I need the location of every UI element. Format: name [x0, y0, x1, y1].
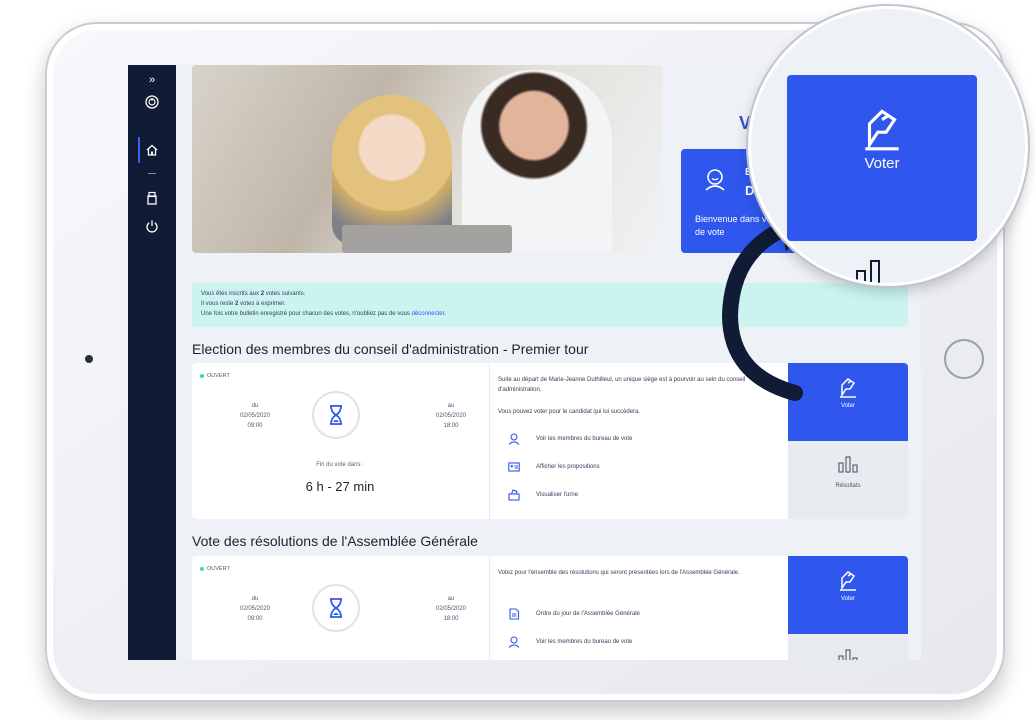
document-icon: [509, 608, 520, 620]
logout-link[interactable]: déconnecter: [412, 311, 445, 317]
power-circle-icon[interactable]: [128, 95, 176, 113]
home-icon[interactable]: [128, 143, 176, 161]
vote-end: au 02/05/2020 18:00: [435, 403, 467, 429]
pen-hand-icon: [840, 378, 856, 398]
status-badge: OUVERT: [200, 373, 230, 379]
ballot-box-icon: [508, 489, 520, 501]
ballot-box-icon[interactable]: [128, 191, 176, 209]
banner-line-2: Il vous reste 2 votes à exprimer.: [201, 301, 286, 307]
id-card-icon: [508, 462, 520, 472]
magnifier-zoom: Voter: [748, 6, 1028, 286]
countdown-label: Fin du vote dans :: [316, 462, 364, 468]
pen-hand-icon: [865, 109, 899, 151]
results-button[interactable]: Résultats: [788, 441, 908, 519]
status-dot: [200, 566, 204, 571]
vote-schedule: OUVERT du 02/05/2020 09:00 au 02/05/2020 18:…: [192, 556, 488, 660]
link-proposals[interactable]: Afficher les propositions: [498, 459, 778, 477]
status-badge: OUVERT: [200, 566, 230, 572]
sidebar-expand-icon[interactable]: »: [128, 71, 176, 89]
vote-start: du 02/05/2020 09:00: [239, 403, 271, 429]
status-dot: [200, 373, 204, 378]
bar-chart-icon: [856, 260, 880, 283]
bar-chart-icon: [838, 456, 858, 473]
user-icon: [508, 433, 520, 445]
vote-title: Election des membres du conseil d'admini…: [192, 341, 589, 357]
hero-photo-person: [332, 95, 452, 245]
results-button[interactable]: [788, 634, 908, 660]
sidebar: »: [128, 65, 176, 660]
sidebar-divider: [148, 173, 156, 174]
user-icon: [508, 636, 520, 648]
vote-description-2: Vous pouvez voter pour le candidat qui l…: [498, 409, 641, 415]
tablet-camera: [85, 355, 93, 363]
hero-photo: [192, 65, 662, 253]
link-agenda[interactable]: Ordre du jour de l'Assemblée Générale: [498, 606, 778, 624]
vote-description: Votez pour l'ensemble des résolutions qu…: [498, 570, 740, 576]
link-ballot-box[interactable]: Visualiser l'urne: [498, 487, 778, 505]
link-bureau-members[interactable]: Voir les membres du bureau de vote: [498, 634, 778, 652]
bar-chart-icon: [838, 649, 858, 660]
hero-photo-laptop: [342, 225, 512, 253]
card-divider: [489, 556, 490, 660]
vote-card: OUVERT du 02/05/2020 09:00 au 02/05/2020 18:…: [192, 556, 908, 660]
vote-title: Vote des résolutions de l'Assemblée Géné…: [192, 533, 478, 549]
vote-end: au 02/05/2020 18:00: [435, 596, 467, 622]
pen-hand-icon: [840, 571, 856, 591]
user-smile-icon: [705, 169, 725, 191]
hourglass-icon: [312, 391, 360, 439]
banner-line-1: Vous êtes inscrits aux 2 votes suivants.: [201, 291, 306, 297]
link-bureau-members[interactable]: Voir les membres du bureau de vote: [498, 431, 778, 449]
vote-start: du 02/05/2020 09:00: [239, 596, 271, 622]
tablet-home-button: [944, 339, 984, 379]
vote-button[interactable]: Voter: [788, 556, 908, 634]
vote-button-zoomed[interactable]: Voter: [787, 75, 977, 241]
hourglass-icon: [312, 584, 360, 632]
countdown-value: 6 h - 27 min: [305, 479, 375, 494]
logout-icon[interactable]: [128, 219, 176, 237]
banner-line-3: Une fois votre bulletin enregistré pour …: [201, 311, 446, 317]
card-divider: [489, 363, 490, 519]
vote-schedule: OUVERT du 02/05/2020 09:00 au 02/05/2020 18:…: [192, 363, 488, 519]
